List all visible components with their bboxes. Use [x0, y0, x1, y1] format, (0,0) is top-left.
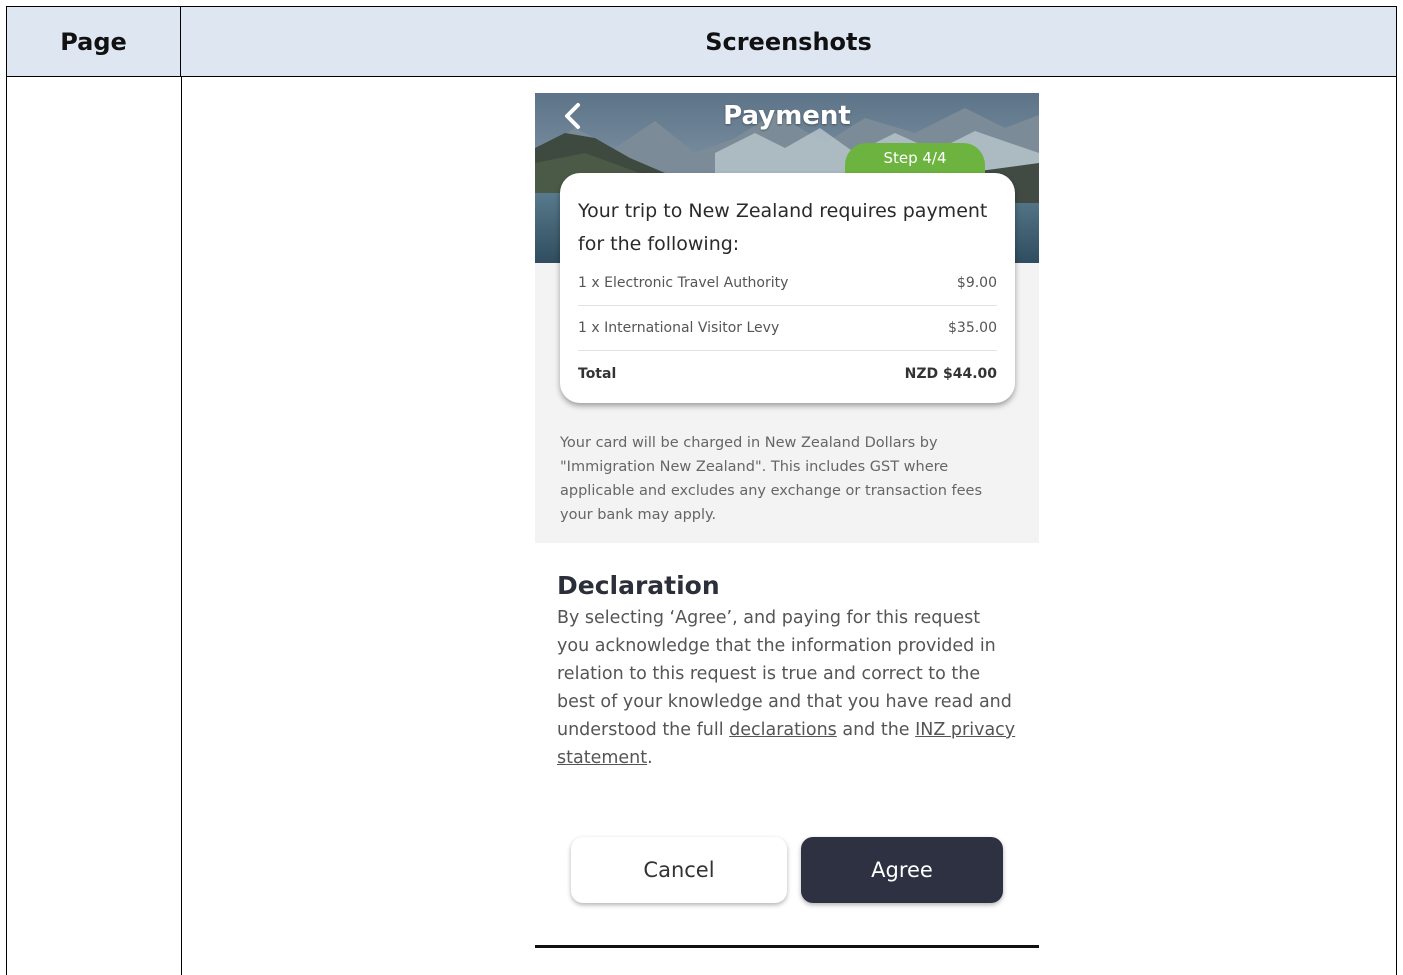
total-row: Total NZD $44.00 [578, 351, 997, 396]
payment-summary-card: Your trip to New Zealand requires paymen… [560, 173, 1015, 403]
phone-screenshot: Payment Step 4/4 Your trip to New Zealan… [535, 93, 1039, 948]
column-divider [181, 77, 182, 975]
declaration-text-part: and the [836, 720, 916, 740]
declaration-heading: Declaration [557, 571, 720, 600]
line-item-amount: $35.00 [948, 320, 997, 336]
line-item-label: 1 x Electronic Travel Authority [578, 275, 789, 291]
total-amount: NZD $44.00 [904, 365, 997, 382]
total-label: Total [578, 365, 617, 382]
currency-charge-note: Your card will be charged in New Zealand… [560, 435, 983, 523]
line-item-ivl: 1 x International Visitor Levy $35.00 [578, 306, 997, 351]
declaration-text: By selecting ‘Agree’, and paying for thi… [557, 604, 1017, 772]
declarations-link[interactable]: declarations [729, 720, 837, 740]
cancel-button[interactable]: Cancel [571, 837, 787, 903]
page-column-header: Page [7, 7, 181, 76]
line-item-label: 1 x International Visitor Levy [578, 320, 780, 336]
summary-intro: Your trip to New Zealand requires paymen… [578, 200, 988, 255]
page-title: Payment [723, 101, 851, 131]
declaration-text-part: . [647, 748, 653, 768]
line-item-amount: $9.00 [956, 275, 997, 291]
screenshots-column-header: Screenshots [705, 27, 872, 56]
line-item-eta: 1 x Electronic Travel Authority $9.00 [578, 261, 997, 306]
table-header-row: Page Screenshots [7, 7, 1396, 77]
agree-button[interactable]: Agree [801, 837, 1003, 903]
